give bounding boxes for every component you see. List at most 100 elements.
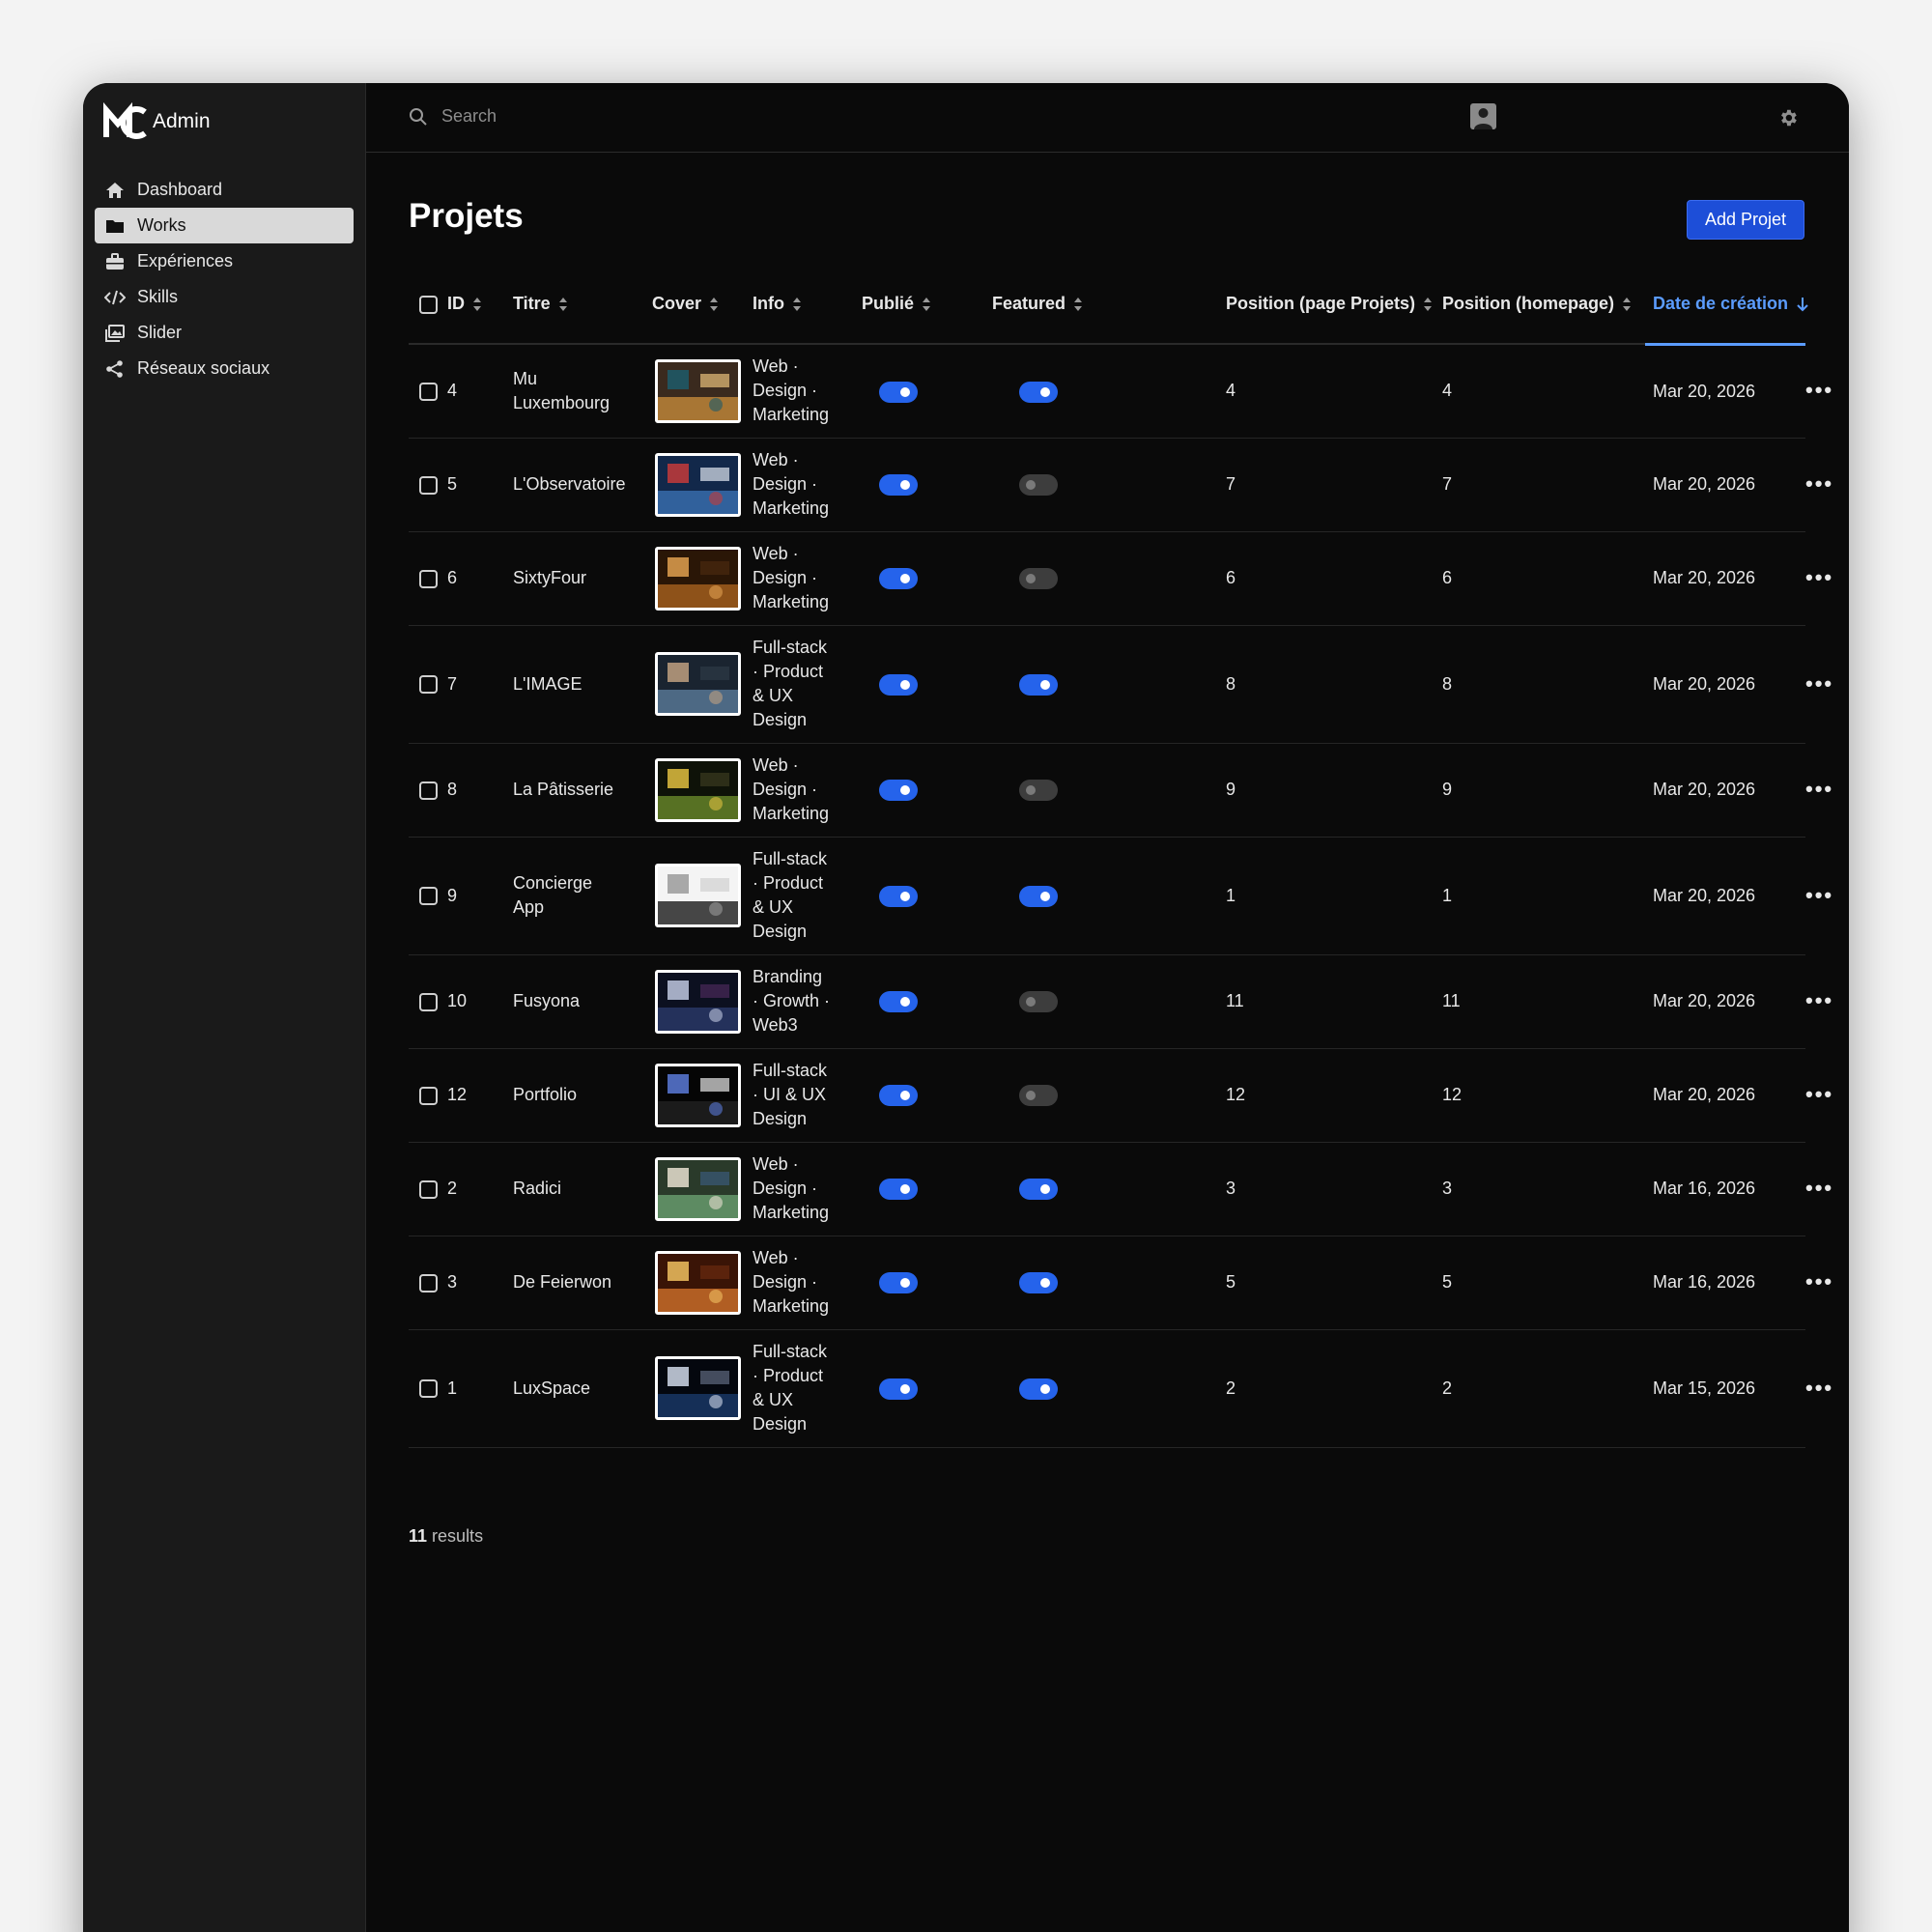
row-title[interactable]: Mu Luxembourg [513, 344, 652, 439]
row-title[interactable]: LuxSpace [513, 1329, 652, 1448]
row-title[interactable]: SixtyFour [513, 531, 652, 626]
table-row[interactable]: 2 Radici Web · Design · Marketing 3 3 Mar … [409, 1142, 1832, 1236]
add-projet-button[interactable]: Add Projet [1687, 200, 1804, 240]
publie-toggle[interactable] [879, 673, 918, 696]
column-header-cover[interactable]: Cover [652, 265, 753, 345]
gear-icon[interactable] [1777, 107, 1799, 128]
publie-toggle[interactable] [879, 1378, 918, 1400]
row-actions-menu[interactable]: ••• [1805, 1176, 1833, 1200]
home-icon [104, 180, 126, 201]
row-checkbox[interactable] [419, 675, 438, 695]
table-row[interactable]: 5 L'Observatoire Web · Design · Marketing … [409, 438, 1832, 532]
publie-toggle[interactable] [879, 1085, 918, 1107]
row-checkbox[interactable] [419, 887, 438, 906]
sidebar-item-label: Expériences [137, 251, 234, 270]
row-position-homepage: 5 [1442, 1236, 1645, 1330]
row-checkbox[interactable] [419, 1179, 438, 1199]
sidebar-item-slider[interactable]: Slider [95, 315, 354, 351]
row-checkbox[interactable] [419, 1086, 438, 1105]
row-info-line: · UI & UX [753, 1085, 827, 1104]
sidebar-item-skills[interactable]: Skills [95, 279, 354, 315]
sidebar-item-experiences[interactable]: Expériences [95, 243, 354, 279]
featured-toggle[interactable] [1019, 1378, 1058, 1400]
publie-toggle[interactable] [879, 780, 918, 802]
row-actions-menu[interactable]: ••• [1805, 1269, 1833, 1293]
row-title[interactable]: L'IMAGE [513, 625, 652, 744]
featured-toggle[interactable] [1019, 780, 1058, 802]
table-row[interactable]: 8 La Pâtisserie Web · Design · Marketing 9… [409, 743, 1832, 838]
row-id: 6 [447, 531, 513, 626]
row-checkbox[interactable] [419, 781, 438, 800]
search-input[interactable] [441, 106, 828, 127]
featured-toggle[interactable] [1019, 474, 1058, 497]
row-actions-menu[interactable]: ••• [1805, 471, 1833, 496]
featured-toggle[interactable] [1019, 1179, 1058, 1201]
publie-toggle[interactable] [879, 381, 918, 403]
row-date: Mar 20, 2026 [1645, 837, 1805, 955]
row-title[interactable]: La Pâtisserie [513, 743, 652, 838]
row-actions-menu[interactable]: ••• [1805, 883, 1833, 907]
row-checkbox[interactable] [419, 1273, 438, 1293]
row-info-line: Design · [753, 1272, 818, 1292]
row-title[interactable]: Radici [513, 1142, 652, 1236]
featured-toggle[interactable] [1019, 381, 1058, 403]
publie-toggle[interactable] [879, 885, 918, 907]
select-all-checkbox[interactable] [419, 295, 438, 314]
column-header-position-projets[interactable]: Position (page Projets) [1226, 265, 1442, 345]
row-actions-menu[interactable]: ••• [1805, 378, 1833, 402]
row-id: 3 [447, 1236, 513, 1330]
row-actions-menu[interactable]: ••• [1805, 1082, 1833, 1106]
featured-toggle[interactable] [1019, 1272, 1058, 1294]
publie-toggle[interactable] [879, 474, 918, 497]
row-title[interactable]: Concierge App [513, 837, 652, 955]
row-checkbox[interactable] [419, 475, 438, 495]
table-row[interactable]: 3 De Feierwon Web · Design · Marketing 5 5… [409, 1236, 1832, 1330]
column-header-publie[interactable]: Publié [862, 265, 992, 345]
user-avatar[interactable] [1470, 103, 1496, 129]
row-title[interactable]: Portfolio [513, 1048, 652, 1143]
row-checkbox[interactable] [419, 383, 438, 401]
row-title[interactable]: Fusyona [513, 954, 652, 1049]
row-actions-menu[interactable]: ••• [1805, 988, 1833, 1012]
column-header-featured[interactable]: Featured [992, 265, 1226, 345]
publie-toggle[interactable] [879, 568, 918, 590]
row-title[interactable]: L'Observatoire [513, 438, 652, 532]
row-checkbox[interactable] [419, 992, 438, 1011]
row-position-homepage: 6 [1442, 531, 1645, 626]
table-row[interactable]: 1 LuxSpace Full-stack · Product & UX Design… [409, 1329, 1832, 1448]
row-checkbox[interactable] [419, 1379, 438, 1399]
brand[interactable]: Admin [102, 102, 211, 141]
row-title[interactable]: De Feierwon [513, 1236, 652, 1330]
table-row[interactable]: 6 SixtyFour Web · Design · Marketing 6 6 M… [409, 531, 1832, 626]
row-info: Web · Design · Marketing [753, 1142, 862, 1236]
publie-toggle[interactable] [879, 1272, 918, 1294]
publie-toggle[interactable] [879, 1179, 918, 1201]
table-row[interactable]: 12 Portfolio Full-stack · UI & UX Design 1… [409, 1048, 1832, 1143]
row-actions-menu[interactable]: ••• [1805, 565, 1833, 589]
row-checkbox[interactable] [419, 569, 438, 588]
column-header-id[interactable]: ID [447, 265, 513, 345]
table-row[interactable]: 7 L'IMAGE Full-stack · Product & UX Design … [409, 625, 1832, 744]
row-actions-menu[interactable]: ••• [1805, 671, 1833, 696]
sidebar-item-dashboard[interactable]: Dashboard [95, 172, 354, 208]
column-header-position-homepage[interactable]: Position (homepage) [1442, 265, 1645, 345]
row-info-line: Design [753, 710, 808, 729]
table-row[interactable]: 4 Mu Luxembourg Web · Design · Marketing 4 … [409, 344, 1832, 439]
table-row[interactable]: 10 Fusyona Branding · Growth · Web3 11 11 … [409, 954, 1832, 1049]
featured-toggle[interactable] [1019, 1085, 1058, 1107]
row-actions-menu[interactable]: ••• [1805, 777, 1833, 801]
publie-toggle[interactable] [879, 991, 918, 1013]
featured-toggle[interactable] [1019, 673, 1058, 696]
column-header-info[interactable]: Info [753, 265, 862, 345]
sidebar-item-reseaux-sociaux[interactable]: Réseaux sociaux [95, 351, 354, 386]
sidebar-item-works[interactable]: Works [95, 208, 354, 243]
table-row[interactable]: 9 Concierge App Full-stack · Product & UX De… [409, 837, 1832, 955]
folder-icon [104, 215, 126, 237]
featured-toggle[interactable] [1019, 568, 1058, 590]
column-header-date-creation[interactable]: Date de création [1645, 265, 1808, 346]
row-position-homepage: 2 [1442, 1329, 1645, 1448]
column-header-titre[interactable]: Titre [513, 265, 652, 345]
featured-toggle[interactable] [1019, 885, 1058, 907]
featured-toggle[interactable] [1019, 991, 1058, 1013]
row-actions-menu[interactable]: ••• [1805, 1376, 1833, 1400]
